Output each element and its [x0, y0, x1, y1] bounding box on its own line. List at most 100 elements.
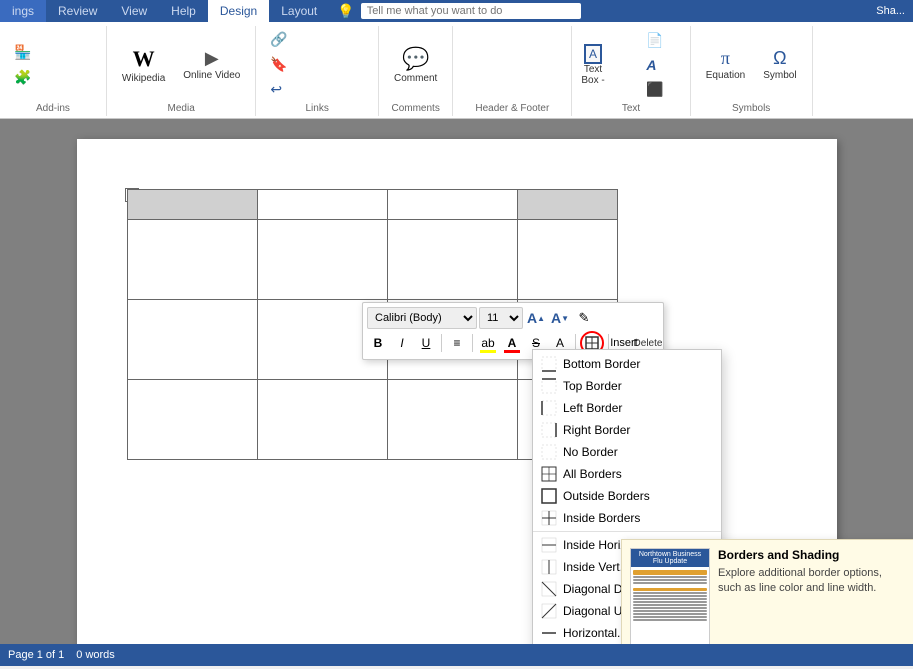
underline-button[interactable]: U — [415, 332, 437, 354]
my-addins-button[interactable]: 🧩 My Add-ins — [8, 66, 98, 89]
table-row — [127, 220, 617, 300]
footer-icon: ⬇ — [467, 57, 478, 73]
ribbon-content: 🏪 Get Add-ins 🧩 My Add-ins Add-ins W Wik — [0, 22, 913, 119]
online-video-button[interactable]: ▶ Online Video — [176, 45, 247, 84]
font-size-select[interactable]: 11 — [479, 307, 523, 329]
link-button[interactable]: 🔗 Link — [264, 28, 370, 51]
text-box-icon: A — [584, 44, 602, 64]
wordart-icon: A — [646, 57, 656, 73]
left-border-label: Left Border — [563, 401, 622, 415]
preview-text-line9 — [633, 607, 707, 609]
group-links: 🔗 Link 🔖 Bookmark ↩ Cross-reference Link… — [256, 26, 379, 116]
bns-tooltip-title: Borders and Shading — [718, 548, 907, 562]
bns-tooltip: Northtown Business Flu Update Borde — [621, 539, 913, 644]
diagonal-up-icon — [541, 603, 557, 619]
bns-tooltip-text-area: Borders and Shading Explore additional b… — [718, 548, 907, 644]
equation-button[interactable]: π Equation — [699, 45, 752, 84]
outside-borders-item[interactable]: Outside Borders — [533, 485, 721, 507]
dropcap-button[interactable]: ⬛ — [640, 78, 681, 101]
font-color-icon: A — [508, 336, 517, 350]
outside-borders-label: Outside Borders — [563, 489, 650, 503]
no-border-item[interactable]: No Border — [533, 441, 721, 463]
page-number-button[interactable]: # Page Number ▼ — [461, 78, 563, 99]
align-button[interactable]: ≡ — [446, 332, 468, 354]
right-border-item[interactable]: Right Border — [533, 419, 721, 441]
clear-format-button[interactable]: ✎ — [573, 307, 595, 329]
quick-parts-dropdown-icon: ▼ — [667, 35, 676, 45]
comments-items: 💬 Comment — [387, 28, 444, 101]
search-input[interactable] — [361, 3, 581, 19]
preview-text-line1 — [633, 576, 707, 578]
left-border-item[interactable]: Left Border — [533, 397, 721, 419]
text-box-button[interactable]: A TextBox - — [580, 43, 640, 87]
header-button[interactable]: ⬆ Header ▼ — [461, 30, 563, 52]
page-number-label: Page Number — [478, 83, 546, 95]
text-box-label: TextBox - — [581, 64, 604, 86]
highlight-color-bar — [480, 350, 496, 353]
bookmark-button[interactable]: 🔖 Bookmark — [264, 53, 370, 76]
inside-borders-item[interactable]: Inside Borders — [533, 507, 721, 529]
inside-horiz-icon — [541, 537, 557, 553]
comment-label: Comment — [394, 73, 437, 84]
bookmark-label: Bookmark — [291, 59, 341, 71]
bookmark-icon: 🔖 — [270, 56, 287, 73]
tab-review[interactable]: Review — [46, 0, 109, 22]
wordart-dropdown-icon: ▼ — [659, 60, 668, 70]
preview-text-line13 — [633, 619, 707, 621]
symbol-label: Symbol — [763, 70, 796, 81]
bottom-border-label: Bottom Border — [563, 357, 640, 371]
preview-text-line6 — [633, 598, 707, 600]
toolbar-divider2 — [472, 334, 473, 352]
bns-tooltip-description: Explore additional border options, such … — [718, 566, 907, 597]
no-border-icon — [541, 444, 557, 460]
bold-button[interactable]: B — [367, 332, 389, 354]
tab-design[interactable]: Design — [208, 0, 269, 22]
bns-preview-header: Northtown Business Flu Update — [631, 549, 709, 567]
preview-text-line11 — [633, 613, 707, 615]
group-header-footer: ⬆ Header ▼ ⬇ Footer ▼ # Page Number ▼ — [453, 26, 572, 116]
group-text: A TextBox - 📄 ▼ A ▼ ⬛ — [572, 26, 690, 116]
media-items: W Wikipedia ▶ Online Video — [115, 28, 247, 101]
status-words: 0 words — [76, 649, 115, 661]
table-row — [127, 190, 617, 220]
horizontal-icon — [541, 625, 557, 641]
cross-reference-button[interactable]: ↩ Cross-reference — [264, 78, 370, 101]
diagonal-down-icon — [541, 581, 557, 597]
quick-parts-button[interactable]: 📄 ▼ — [640, 29, 681, 52]
bottom-border-icon — [541, 356, 557, 372]
preview-accent-line2 — [633, 588, 707, 591]
bottom-border-item[interactable]: Bottom Border — [533, 353, 721, 375]
get-addins-button[interactable]: 🏪 Get Add-ins — [8, 41, 98, 64]
ribbon: ings Review View Help Design Layout 💡 Sh… — [0, 0, 913, 119]
wikipedia-button[interactable]: W Wikipedia — [115, 43, 172, 87]
bns-preview: Northtown Business Flu Update — [630, 548, 710, 644]
tab-view[interactable]: View — [109, 0, 159, 22]
tab-ings[interactable]: ings — [0, 0, 46, 22]
italic-button[interactable]: I — [391, 332, 413, 354]
equation-icon: π — [721, 48, 730, 69]
footer-button[interactable]: ⬇ Footer ▼ — [461, 54, 563, 76]
wordart-button[interactable]: A ▼ — [640, 54, 681, 76]
group-symbols: π Equation Ω Symbol Symbols — [691, 26, 813, 116]
symbol-icon: Ω — [773, 48, 786, 69]
status-bar: Page 1 of 1 0 words — [0, 644, 913, 666]
comment-button[interactable]: 💬 Comment — [387, 43, 444, 87]
symbol-button[interactable]: Ω Symbol — [756, 45, 803, 84]
inside-vert-label: Inside Vert... — [563, 560, 630, 574]
equation-label: Equation — [706, 70, 745, 81]
video-icon: ▶ — [205, 48, 219, 69]
footer-label: Footer — [481, 59, 513, 71]
top-border-item[interactable]: Top Border — [533, 375, 721, 397]
all-borders-item[interactable]: All Borders — [533, 463, 721, 485]
grow-font-button[interactable]: A▲ — [525, 307, 547, 329]
lightbulb-icon: 💡 — [337, 3, 354, 20]
tab-help[interactable]: Help — [159, 0, 208, 22]
tab-layout[interactable]: Layout — [269, 0, 329, 22]
font-select[interactable]: Calibri (Body) — [367, 307, 477, 329]
header-icon: ⬆ — [467, 33, 478, 49]
inside-borders-icon — [541, 510, 557, 526]
highlight-button[interactable]: ab — [477, 332, 499, 354]
shrink-font-button[interactable]: A▼ — [549, 307, 571, 329]
font-color-button[interactable]: A — [501, 332, 523, 354]
status-page: Page 1 of 1 — [8, 649, 64, 661]
